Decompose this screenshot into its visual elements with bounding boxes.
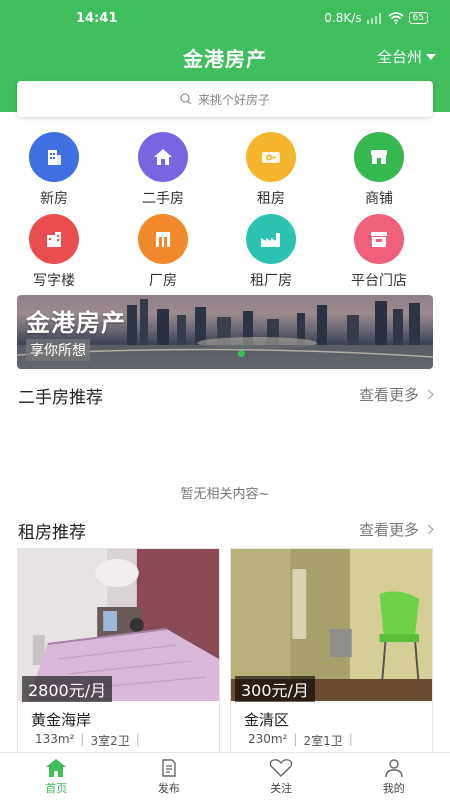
tab-publish[interactable]: 发布 bbox=[113, 753, 226, 800]
listing-name: 金清区 bbox=[244, 711, 290, 729]
separator: | bbox=[80, 732, 85, 746]
heart-icon bbox=[269, 758, 293, 777]
factory-icon bbox=[246, 214, 296, 264]
category-label: 厂房 bbox=[149, 273, 177, 289]
listing-price: 300元/月 bbox=[235, 676, 315, 702]
tab-profile[interactable]: 我的 bbox=[338, 753, 450, 800]
rental-section-title: 租房推荐 bbox=[18, 523, 86, 543]
building-icon bbox=[29, 132, 79, 182]
secondhand-section-title: 二手房推荐 bbox=[18, 388, 103, 408]
user-icon bbox=[385, 758, 403, 777]
bottom-tab-bar: 首页 发布 关注 我的 bbox=[0, 752, 450, 800]
category-rent[interactable]: 租房 bbox=[226, 132, 316, 208]
chevron-right-icon bbox=[423, 389, 434, 400]
wifi-icon bbox=[388, 12, 404, 24]
listing-price: 2800元/月 bbox=[22, 676, 113, 702]
network-speed: 0.8K/s bbox=[324, 11, 362, 25]
key-icon bbox=[246, 132, 296, 182]
factory-door-icon bbox=[138, 214, 188, 264]
listing-area: 230m² bbox=[248, 732, 288, 746]
category-label: 商铺 bbox=[365, 191, 393, 207]
category-platform-store[interactable]: 平台门店 bbox=[334, 214, 424, 290]
category-rent-factory[interactable]: 租厂房 bbox=[226, 214, 316, 290]
tab-home[interactable]: 首页 bbox=[0, 753, 113, 800]
category-office[interactable]: 写字楼 bbox=[9, 214, 99, 290]
category-label: 租厂房 bbox=[250, 273, 292, 289]
category-label: 平台门店 bbox=[351, 273, 407, 289]
office-icon bbox=[29, 214, 79, 264]
category-label: 写字楼 bbox=[33, 273, 75, 289]
status-time: 14:41 bbox=[76, 11, 118, 26]
home-icon bbox=[46, 758, 67, 777]
carousel-indicator bbox=[238, 350, 245, 357]
category-secondhand[interactable]: 二手房 bbox=[118, 132, 208, 208]
category-label: 租房 bbox=[257, 191, 285, 207]
rental-card[interactable]: 300元/月 金清区 230m² | 2室1卫 | bbox=[230, 548, 433, 758]
listing-specs: 230m² | 2室1卫 | bbox=[248, 732, 353, 749]
category-label: 二手房 bbox=[142, 191, 184, 207]
house-icon bbox=[138, 132, 188, 182]
status-right: 0.8K/s 65 bbox=[324, 11, 428, 25]
search-placeholder: 来挑个好房子 bbox=[197, 92, 270, 107]
city-selector[interactable]: 全台州 bbox=[377, 46, 436, 67]
banner-subtitle: 享你所想 bbox=[26, 339, 90, 361]
rental-more-link[interactable]: 查看更多 bbox=[358, 519, 434, 540]
banner-title: 金港房产 bbox=[26, 309, 126, 337]
rental-card[interactable]: 2800元/月 黄金海岸 133m² | 3室2卫 | bbox=[17, 548, 220, 758]
listing-rooms: 2室1卫 bbox=[303, 734, 343, 748]
tab-label: 我的 bbox=[382, 781, 405, 795]
city-label: 全台州 bbox=[376, 48, 422, 66]
category-shop[interactable]: 商铺 bbox=[334, 132, 424, 208]
search-input[interactable]: 来挑个好房子 bbox=[17, 81, 433, 117]
search-icon bbox=[180, 93, 192, 105]
battery-indicator: 65 bbox=[408, 12, 428, 24]
tab-label: 发布 bbox=[157, 781, 180, 795]
separator: | bbox=[293, 732, 298, 746]
promo-banner[interactable]: 金港房产 享你所想 bbox=[17, 295, 433, 369]
listing-area: 133m² bbox=[35, 732, 75, 746]
category-label: 新房 bbox=[40, 191, 68, 207]
listing-name: 黄金海岸 bbox=[31, 711, 92, 729]
secondhand-more-link[interactable]: 查看更多 bbox=[358, 384, 434, 405]
more-label: 查看更多 bbox=[358, 386, 419, 404]
tab-label: 首页 bbox=[45, 781, 68, 795]
listing-specs: 133m² | 3室2卫 | bbox=[35, 732, 140, 749]
chevron-right-icon bbox=[423, 524, 434, 535]
listing-rooms: 3室2卫 bbox=[90, 734, 130, 748]
caret-down-icon bbox=[426, 53, 436, 60]
store-icon bbox=[354, 214, 404, 264]
empty-state-text: 暂无相关内容~ bbox=[180, 487, 270, 502]
category-factory[interactable]: 厂房 bbox=[118, 214, 208, 290]
tab-label: 关注 bbox=[270, 781, 293, 795]
separator: | bbox=[135, 732, 140, 746]
more-label: 查看更多 bbox=[358, 521, 419, 539]
separator: | bbox=[348, 732, 353, 746]
category-new-house[interactable]: 新房 bbox=[9, 132, 99, 208]
signal-icon bbox=[366, 12, 381, 24]
document-icon bbox=[162, 758, 176, 777]
status-bar: 14:41 0.8K/s 65 bbox=[0, 0, 450, 34]
tab-follow[interactable]: 关注 bbox=[225, 753, 338, 800]
shop-icon bbox=[354, 132, 404, 182]
